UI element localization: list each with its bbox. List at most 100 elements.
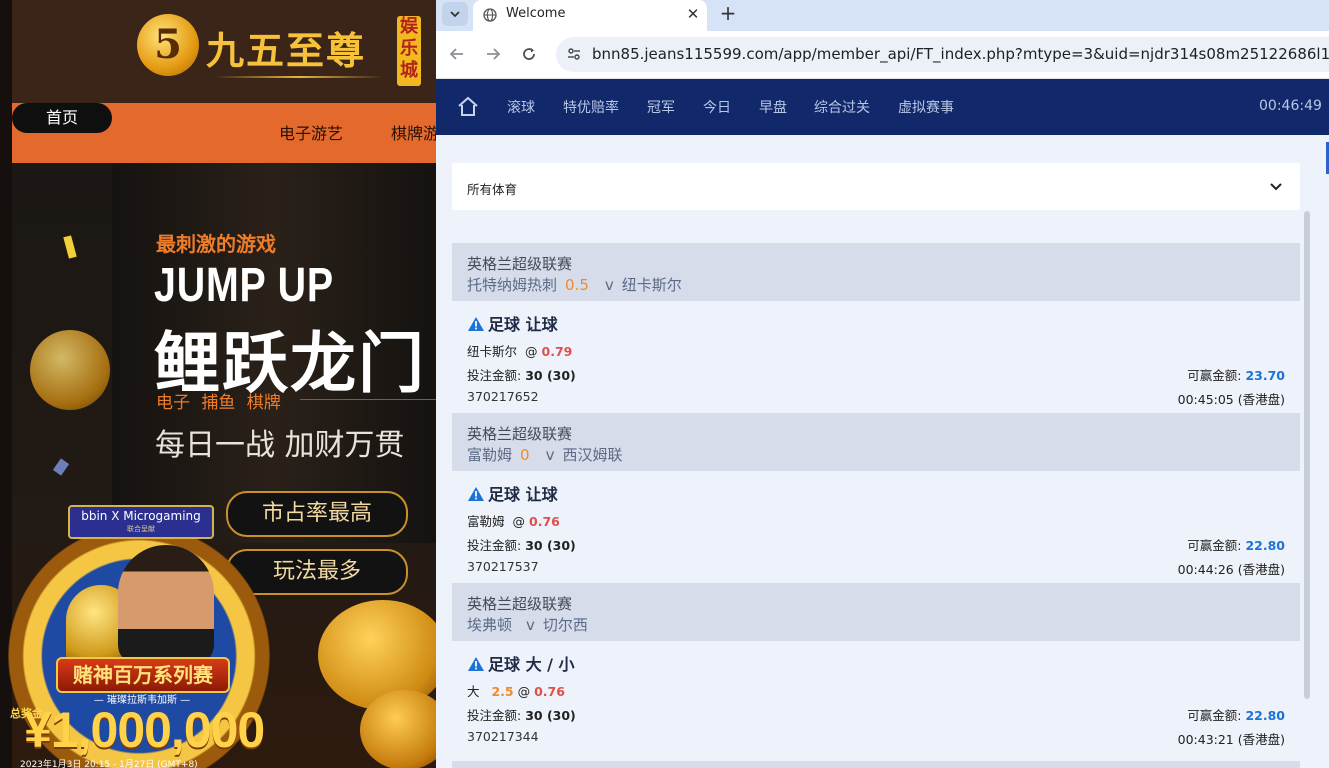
site-nav: 首页 电子游艺 棋牌游 [12, 103, 436, 163]
bet-record: 英格兰超级联赛 富勒姆 0 v 西汉姆联 足球 让球 富勒姆 @ 0.76 投注金额: … [452, 413, 1300, 583]
league-name: 英格兰超级联赛 [467, 255, 573, 273]
tab-welcome[interactable]: Welcome ✕ [473, 0, 707, 31]
sport-filter-select[interactable]: 所有体育 [452, 163, 1300, 210]
total-line: 2.5 [491, 684, 514, 699]
handicap: 0 [520, 446, 530, 464]
match-line: 富勒姆 0 v 西汉姆联 [467, 444, 622, 465]
stake-label: 投注金额: [467, 538, 522, 553]
promo-prize-amount: ¥1,000,000 [24, 702, 265, 758]
at-symbol: @ [512, 514, 526, 529]
bet-type-label: 足球 大 / 小 [488, 655, 575, 674]
win-label: 可赢金额: [1187, 368, 1242, 383]
brand-flourish [214, 76, 384, 78]
stake-amount: 30 (30) [525, 538, 576, 553]
promo-title: 赌神百万系列赛 [56, 657, 230, 693]
address-bar[interactable]: bnn85.jeans115599.com/app/member_api/FT_… [556, 37, 1329, 72]
site-header: 5 九五至尊 娱乐城 [12, 0, 436, 103]
stake-amount: 30 (30) [525, 368, 576, 383]
background-casino-site: 5 九五至尊 娱乐城 首页 电子游艺 棋牌游 最刺激的游戏 JUMP UP 鲤跃… [0, 0, 436, 768]
scrollbar[interactable] [1304, 211, 1310, 699]
bet-record-partial [452, 761, 1300, 768]
odds: 0.76 [529, 514, 560, 529]
gold-coin [360, 690, 436, 768]
bet-type-label: 足球 让球 [488, 485, 558, 504]
at-symbol: @ [517, 684, 531, 699]
versus: v [604, 276, 614, 294]
hero-slogan: 每日一战 加财万贯 [155, 428, 405, 463]
selection: 大 2.5 @ 0.76 [467, 681, 565, 700]
tab-strip: Welcome ✕ + [436, 0, 1329, 31]
bet-type: 足球 让球 [467, 481, 558, 505]
home-icon[interactable] [456, 95, 480, 119]
brand-badge: 娱乐城 [397, 16, 421, 86]
ticket-id: 370217652 [467, 389, 539, 404]
handicap: 0.5 [565, 276, 589, 294]
bet-header: 英格兰超级联赛 富勒姆 0 v 西汉姆联 [452, 413, 1300, 471]
tab-title: Welcome [506, 6, 566, 21]
url-text[interactable]: bnn85.jeans115599.com/app/member_api/FT_… [592, 45, 1329, 63]
hero-subtitle: 最刺激的游戏 [156, 232, 276, 256]
nav-item-virtual[interactable]: 虚拟赛事 [898, 97, 954, 117]
bet-time: 00:45:05 (香港盘) [1177, 392, 1285, 407]
promo-brand-sub: 联合呈献 [127, 525, 155, 533]
nav-item-early[interactable]: 早盘 [759, 97, 787, 117]
bet-record: 英格兰超级联赛 埃弗顿 v 切尔西 足球 大 / 小 大 2.5 @ 0.76 投注金… [452, 583, 1300, 753]
selection-team: 纽卡斯尔 [467, 344, 518, 359]
back-arrow-icon[interactable] [446, 43, 468, 65]
stake-label: 投注金额: [467, 368, 522, 383]
nav-item-today[interactable]: 今日 [703, 97, 731, 117]
brand-logo[interactable]: 5 [137, 14, 199, 76]
reload-icon[interactable] [518, 43, 540, 65]
close-icon[interactable]: ✕ [683, 3, 703, 25]
warning-icon [468, 487, 484, 501]
hero-categories: 电子 捕鱼 棋牌 [156, 393, 281, 413]
bet-time: 00:43:21 (香港盘) [1177, 732, 1285, 747]
nav-item-live[interactable]: 滚球 [507, 97, 535, 117]
site-nav-item-electronic[interactable]: 电子游艺 [279, 120, 343, 144]
clock: 00:46:49 [1259, 98, 1322, 114]
stake-amount: 30 (30) [525, 708, 576, 723]
away-team: 纽卡斯尔 [621, 276, 682, 294]
tab-search-chevron-icon[interactable] [442, 2, 468, 26]
odds: 0.76 [534, 684, 565, 699]
sport-filter-value: 所有体育 [467, 182, 518, 197]
chevron-down-icon [1270, 183, 1282, 191]
main-nav: 滚球 特优赔率 冠军 今日 早盘 综合过关 虚拟赛事 00:46:49 [436, 79, 1329, 135]
stake: 投注金额: 30 (30) [467, 365, 576, 384]
site-nav-item-chess[interactable]: 棋牌游 [391, 120, 436, 144]
promo-brand-text: bbin X Microgaming [81, 509, 201, 523]
match-line: 托特纳姆热刺 0.5 v 纽卡斯尔 [467, 274, 682, 295]
home-team: 富勒姆 [467, 446, 513, 464]
selection-team: 富勒姆 [467, 514, 505, 529]
warning-icon [468, 657, 484, 671]
nav-item-parlay[interactable]: 综合过关 [814, 97, 870, 117]
league-name: 英格兰超级联赛 [467, 595, 573, 613]
site-nav-home[interactable]: 首页 [12, 103, 112, 133]
bet-time: 00:44:26 (香港盘) [1177, 562, 1285, 577]
toolbar: bnn85.jeans115599.com/app/member_api/FT_… [436, 31, 1329, 79]
hero-divider [300, 399, 436, 400]
stake: 投注金额: 30 (30) [467, 535, 576, 554]
new-tab-button[interactable]: + [717, 3, 739, 25]
win-amount: 22.80 [1245, 538, 1285, 553]
odds: 0.79 [541, 344, 573, 359]
ticket-id: 370217537 [467, 559, 539, 574]
nav-item-best-odds[interactable]: 特优赔率 [563, 97, 619, 117]
site-info-icon[interactable] [566, 46, 582, 62]
bet-type: 足球 让球 [467, 311, 558, 335]
tournament-promo[interactable]: bbin X Microgaming 联合呈献 赌神百万系列赛 — 璀璨拉斯韦加… [8, 505, 270, 768]
away-team: 切尔西 [542, 616, 588, 634]
bet-details: 足球 让球 富勒姆 @ 0.76 投注金额: 30 (30) 可赢金额: 22.8… [452, 471, 1300, 583]
win-label: 可赢金额: [1187, 708, 1242, 723]
nav-item-outrights[interactable]: 冠军 [647, 97, 675, 117]
hero-headline-en: JUMP UP [154, 259, 335, 312]
at-symbol: @ [525, 344, 538, 359]
versus: v [545, 446, 555, 464]
globe-icon [483, 8, 497, 22]
potential-win: 可赢金额: 23.70 [1187, 365, 1285, 384]
promo-brand: bbin X Microgaming 联合呈献 [68, 505, 214, 539]
forward-arrow-icon[interactable] [482, 43, 504, 65]
sportsbook-page: 滚球 特优赔率 冠军 今日 早盘 综合过关 虚拟赛事 00:46:49 所有体育… [436, 79, 1329, 768]
stake-label: 投注金额: [467, 708, 522, 723]
home-team: 埃弗顿 [467, 616, 513, 634]
